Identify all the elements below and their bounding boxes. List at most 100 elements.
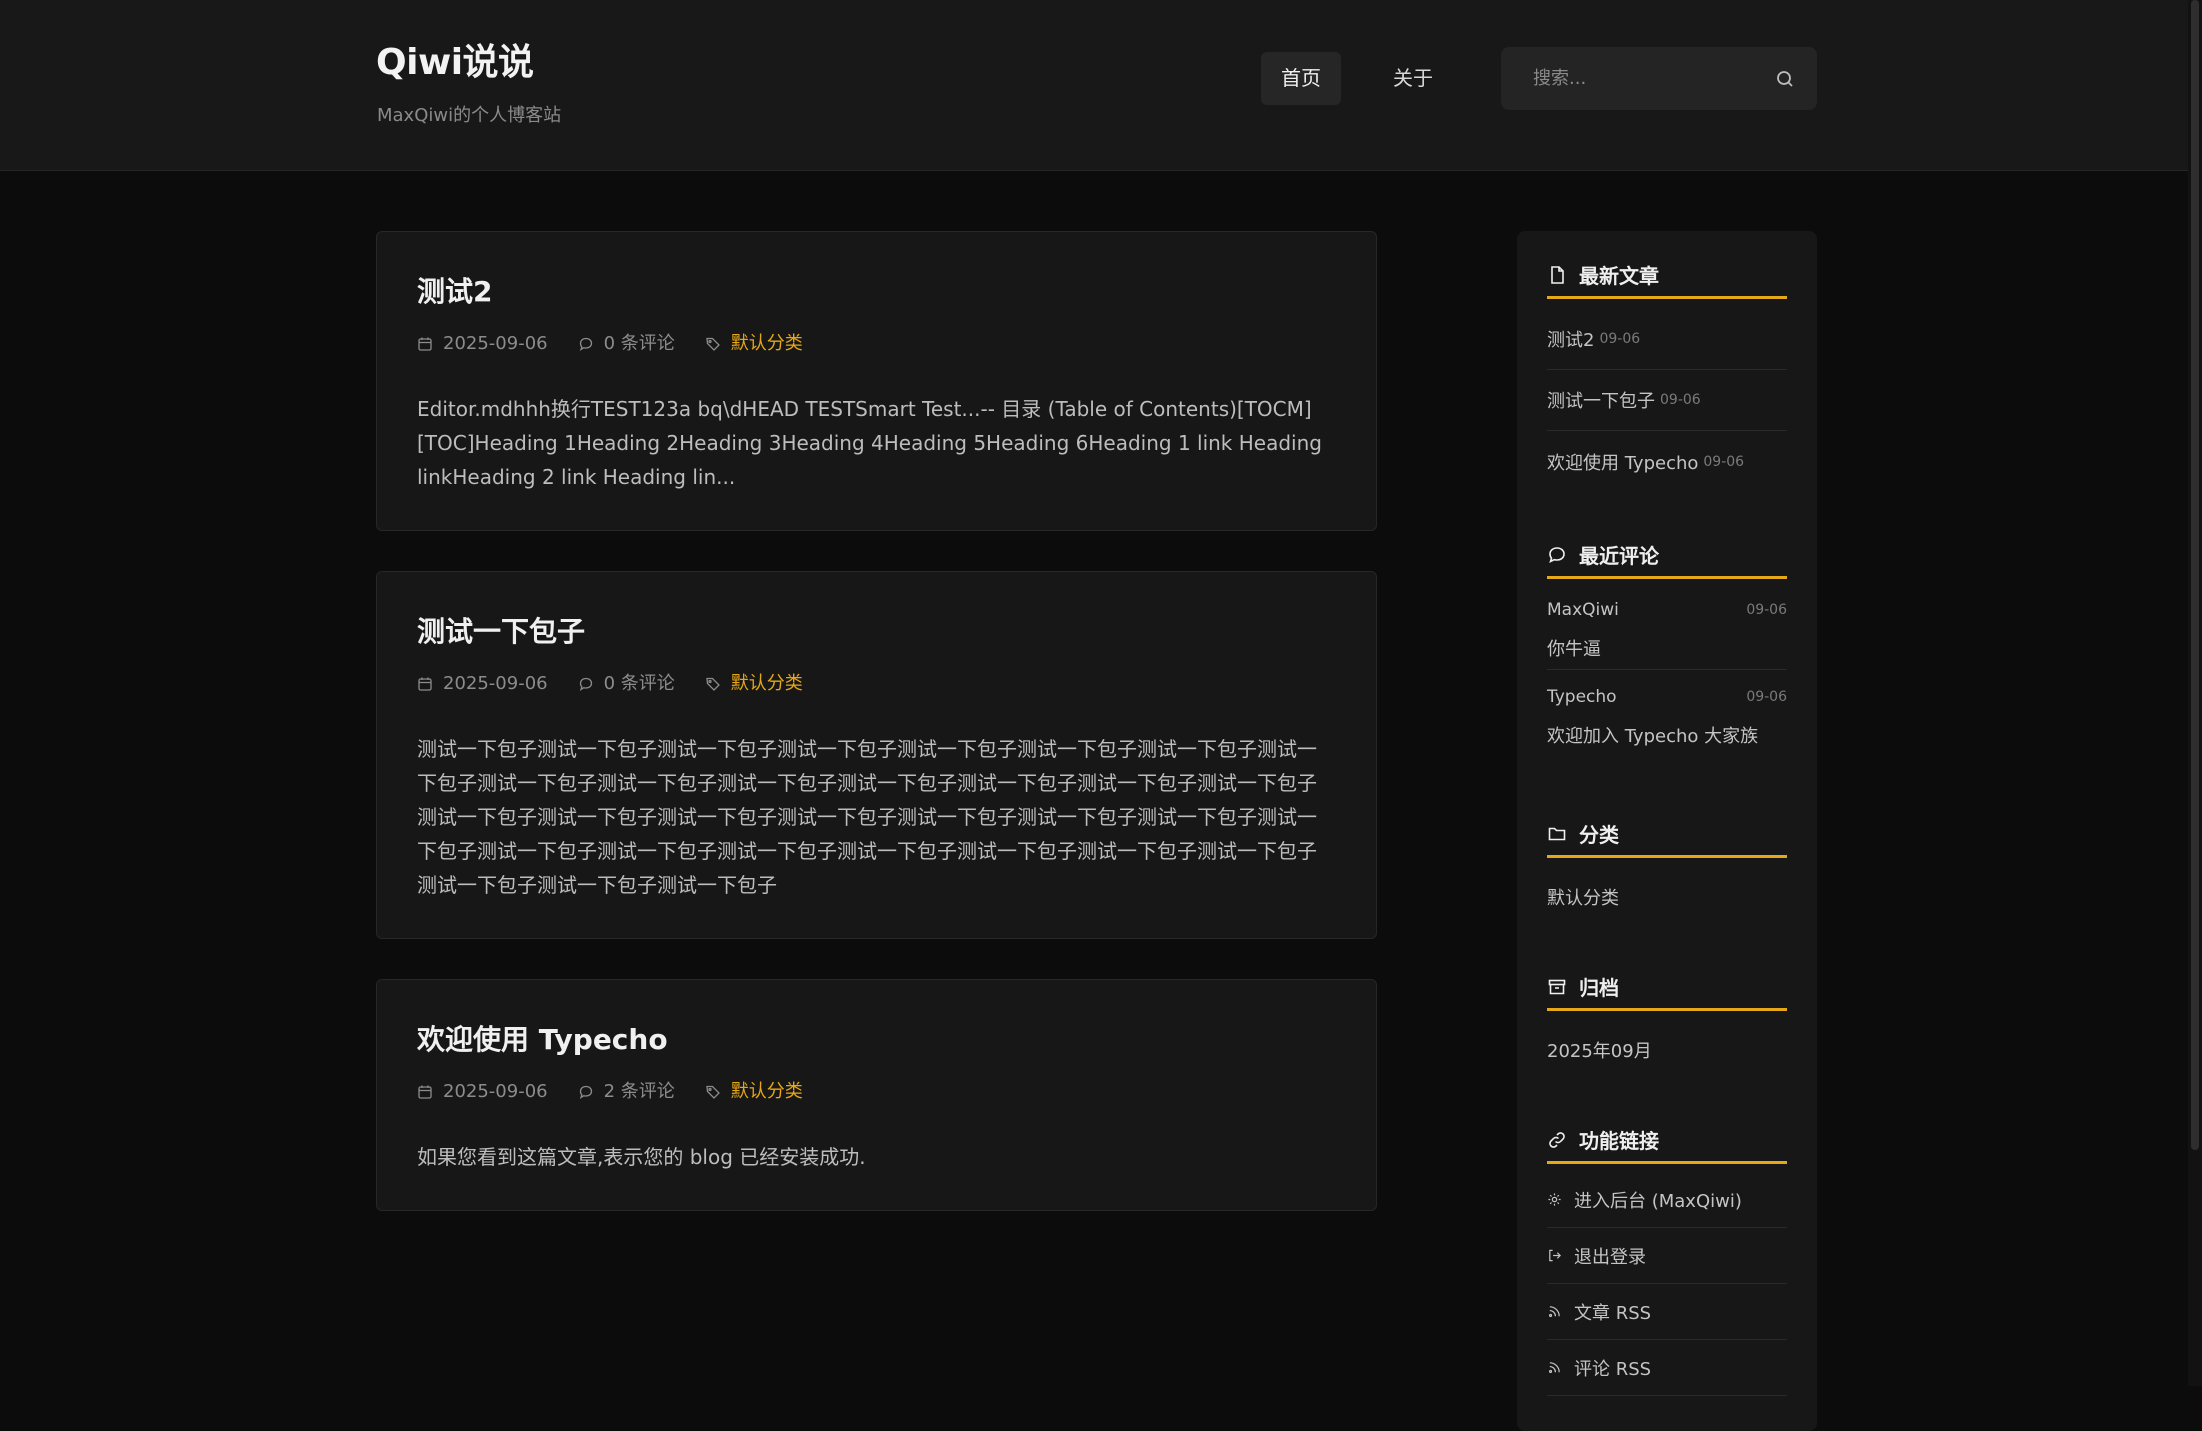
widget-title: 分类 (1547, 812, 1787, 858)
comment-item[interactable]: MaxQiwi 09-06 你牛逼 (1547, 583, 1787, 670)
post-card: 欢迎使用 Typecho 2025-09-06 2 条评论 默认分类 如果您看到… (376, 979, 1377, 1211)
post-category-link[interactable]: 默认分类 (731, 332, 803, 356)
recent-post-item[interactable]: 测试2 09-06 (1547, 309, 1787, 370)
category-item[interactable]: 默认分类 (1547, 858, 1787, 910)
comment-author[interactable]: Typecho (1547, 684, 1617, 710)
search-icon[interactable] (1775, 69, 1795, 89)
tag-icon (706, 337, 720, 351)
site-header: Qiwi说说 MaxQiwi的个人博客站 首页 关于 (0, 0, 2202, 171)
nav-item-home[interactable]: 首页 (1261, 52, 1341, 105)
post-comments[interactable]: 0 条评论 (578, 332, 675, 356)
archive-item[interactable]: 2025年09月 (1547, 1011, 1787, 1063)
widget-title-text: 归档 (1579, 976, 1619, 1000)
post-date-text: 2025-09-06 (443, 673, 548, 694)
page-scrollbar[interactable] (2188, 0, 2202, 1386)
site-title[interactable]: Qiwi说说 (376, 38, 534, 88)
post-comments[interactable]: 2 条评论 (578, 1080, 675, 1104)
post-comments-text: 2 条评论 (603, 1081, 675, 1102)
recent-post-item[interactable]: 测试一下包子 09-06 (1547, 370, 1787, 431)
post-title[interactable]: 欢迎使用 Typecho (417, 1020, 668, 1060)
site-description: MaxQiwi的个人博客站 (377, 105, 562, 126)
comment-text[interactable]: 欢迎加入 Typecho 大家族 (1547, 724, 1787, 750)
post-card: 测试2 2025-09-06 0 条评论 默认分类 Editor.mdhhh换行… (376, 231, 1377, 531)
tag-icon (706, 677, 720, 691)
post-category-link[interactable]: 默认分类 (731, 672, 803, 696)
widget-title: 最新文章 (1547, 253, 1787, 299)
post-title[interactable]: 测试2 (417, 272, 492, 312)
post-meta: 2025-09-06 0 条评论 默认分类 (417, 672, 833, 696)
post-excerpt: Editor.mdhhh换行TEST123a bq\dHEAD TESTSmar… (417, 397, 1322, 489)
post-excerpt: 如果您看到这篇文章,表示您的 blog 已经安装成功. (417, 1145, 866, 1169)
post-meta: 2025-09-06 2 条评论 默认分类 (417, 1080, 833, 1104)
post-comments[interactable]: 0 条评论 (578, 672, 675, 696)
post-date-text: 2025-09-06 (443, 333, 548, 354)
widget-archive: 归档 2025年09月 (1547, 965, 1787, 1063)
comment-author[interactable]: MaxQiwi (1547, 597, 1619, 623)
calendar-icon (418, 1085, 432, 1099)
archive-icon (1548, 979, 1566, 994)
calendar-icon (418, 677, 432, 691)
rss-icon (1549, 1306, 1560, 1317)
function-link-label[interactable]: 退出登录 (1574, 1243, 1646, 1269)
post-date: 2025-09-06 (417, 672, 548, 696)
widget-categories: 分类 默认分类 (1547, 812, 1787, 910)
post-card: 测试一下包子 2025-09-06 0 条评论 默认分类 测试一下包子测试一下包… (376, 571, 1377, 939)
widget-title: 归档 (1547, 965, 1787, 1011)
function-link-comment-rss[interactable]: 评论 RSS (1547, 1340, 1787, 1396)
post-category[interactable]: 默认分类 (705, 332, 803, 356)
recent-post-label[interactable]: 欢迎使用 Typecho (1547, 449, 1698, 475)
link-icon (1549, 1131, 1565, 1148)
widget-title: 功能链接 (1547, 1118, 1787, 1164)
post-title[interactable]: 测试一下包子 (417, 612, 585, 652)
recent-post-date: 09-06 (1703, 453, 1745, 470)
sidebar: 最新文章 测试2 09-06 测试一下包子 09-06 欢迎使用 Typecho… (1517, 231, 1817, 1431)
function-link-label[interactable]: 文章 RSS (1574, 1299, 1651, 1325)
widget-title-text: 最新文章 (1579, 264, 1659, 288)
widget-recent-comments: 最近评论 MaxQiwi 09-06 你牛逼 Typecho 09-06 欢迎加… (1547, 533, 1787, 756)
recent-post-label[interactable]: 测试一下包子 (1547, 387, 1655, 413)
comment-icon (579, 337, 592, 352)
scrollbar-thumb[interactable] (2191, 0, 2199, 1150)
comment-icon (579, 1085, 592, 1100)
post-date: 2025-09-06 (417, 1080, 548, 1104)
function-link-logout[interactable]: 退出登录 (1547, 1228, 1787, 1284)
post-category-link[interactable]: 默认分类 (731, 1080, 803, 1104)
comment-icon (579, 677, 592, 692)
main-nav: 首页 关于 (1261, 52, 1453, 105)
recent-post-label[interactable]: 测试2 (1547, 326, 1594, 352)
widget-recent-posts: 最新文章 测试2 09-06 测试一下包子 09-06 欢迎使用 Typecho… (1547, 253, 1787, 492)
rss-icon (1549, 1362, 1560, 1373)
widget-title-text: 功能链接 (1579, 1129, 1659, 1153)
post-category[interactable]: 默认分类 (705, 1080, 803, 1104)
recent-post-item[interactable]: 欢迎使用 Typecho 09-06 (1547, 431, 1787, 492)
logout-icon (1549, 1249, 1561, 1262)
function-link-label[interactable]: 进入后台 (MaxQiwi) (1574, 1187, 1742, 1213)
widget-title: 最近评论 (1547, 533, 1787, 579)
folder-icon (1548, 827, 1566, 840)
function-link-post-rss[interactable]: 文章 RSS (1547, 1284, 1787, 1340)
widget-functions: 功能链接 进入后台 (MaxQiwi) 退出登录 文章 RSS 评论 RSS (1547, 1118, 1787, 1396)
calendar-icon (418, 337, 432, 351)
search-input[interactable] (1531, 67, 1775, 90)
function-link-admin[interactable]: 进入后台 (MaxQiwi) (1547, 1172, 1787, 1228)
comment-item[interactable]: Typecho 09-06 欢迎加入 Typecho 大家族 (1547, 670, 1787, 756)
document-icon (1551, 265, 1564, 284)
comment-icon (1549, 546, 1565, 563)
function-link-label[interactable]: 评论 RSS (1574, 1355, 1651, 1381)
post-date-text: 2025-09-06 (443, 1081, 548, 1102)
comment-text[interactable]: 你牛逼 (1547, 637, 1787, 663)
recent-post-date: 09-06 (1660, 392, 1701, 408)
post-comments-text: 0 条评论 (603, 333, 675, 354)
post-category[interactable]: 默认分类 (705, 672, 803, 696)
search-box (1501, 47, 1817, 110)
gear-icon (1548, 1193, 1561, 1206)
comment-date: 09-06 (1746, 689, 1787, 705)
post-meta: 2025-09-06 0 条评论 默认分类 (417, 332, 833, 356)
nav-item-about[interactable]: 关于 (1373, 52, 1453, 105)
recent-post-date: 09-06 (1599, 331, 1641, 347)
post-date: 2025-09-06 (417, 332, 548, 356)
post-excerpt: 测试一下包子测试一下包子测试一下包子测试一下包子测试一下包子测试一下包子测试一下… (417, 737, 1317, 897)
comment-date: 09-06 (1746, 602, 1787, 618)
widget-title-text: 分类 (1579, 823, 1619, 847)
post-comments-text: 0 条评论 (603, 673, 675, 694)
